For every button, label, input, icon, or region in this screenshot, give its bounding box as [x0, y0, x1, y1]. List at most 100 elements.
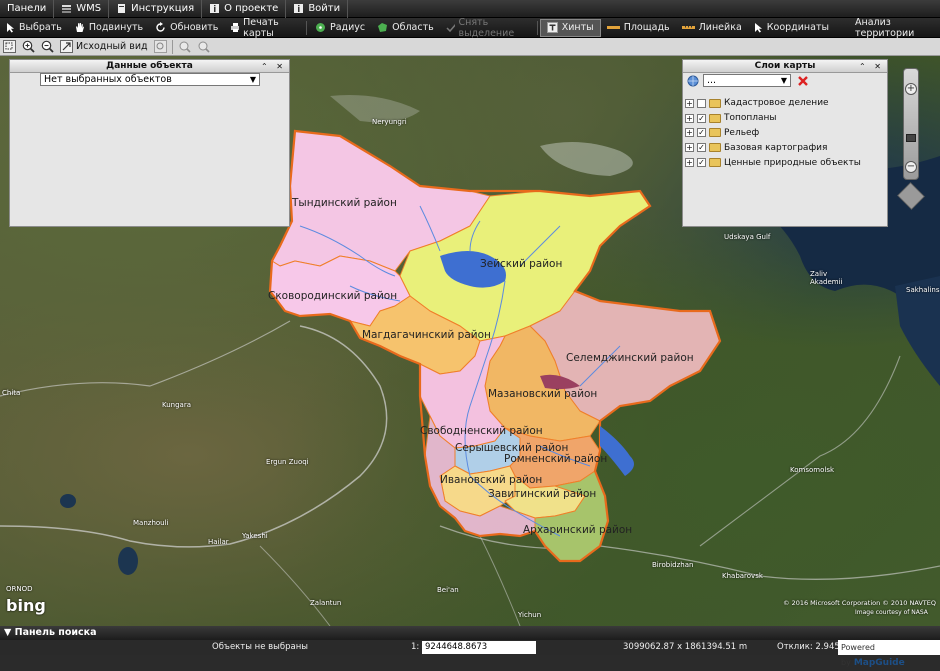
- layer-tree: + Кадастровое деление + ✓ Топопланы + ✓ …: [685, 96, 861, 170]
- print-map-label: Печать карты: [243, 16, 279, 39]
- place-label: Zalantun: [310, 599, 342, 607]
- zoom-rect-button[interactable]: [0, 38, 19, 56]
- layer-label: Кадастровое деление: [724, 98, 829, 109]
- toolbar-divider: [171, 39, 173, 54]
- zoom-slider-thumb[interactable]: [906, 134, 916, 142]
- menu-wms-label: WMS: [76, 3, 102, 14]
- print-map-button[interactable]: Печать карты: [224, 16, 304, 39]
- district-label: Свободненский район: [420, 425, 543, 437]
- toolbar-divider: [306, 20, 307, 35]
- layer-checkbox[interactable]: [697, 98, 706, 108]
- place-label: Sakhalins: [906, 286, 940, 294]
- place-label: Khabarovsk: [722, 572, 763, 580]
- expand-icon[interactable]: +: [685, 98, 694, 108]
- menu-login-label: Войти: [308, 3, 341, 14]
- menu-wms[interactable]: WMS: [54, 0, 110, 18]
- previous-view-button[interactable]: [175, 38, 194, 56]
- panel-controls[interactable]: ⌃ ✕: [261, 60, 286, 73]
- text-t-icon: [546, 22, 558, 33]
- pan-compass-icon[interactable]: [897, 182, 925, 210]
- ruler-tool-button[interactable]: Линейка: [676, 18, 748, 38]
- menu-about[interactable]: О проекте: [202, 0, 287, 18]
- navigation-toolbar: Исходный вид: [0, 38, 940, 56]
- layer-item[interactable]: + ✓ Базовая картография: [685, 140, 861, 155]
- hints-toggle-label: Хинты: [561, 22, 594, 33]
- area-tool-button[interactable]: Область: [371, 18, 440, 38]
- zoom-selection-button[interactable]: [151, 38, 170, 56]
- mountain-range: [540, 142, 633, 176]
- object-data-header[interactable]: Данные объекта ⌃ ✕: [10, 60, 289, 73]
- menu-instruction[interactable]: Инструкция: [109, 0, 203, 18]
- zoom-rectangle-icon: [3, 40, 16, 53]
- full-extent-icon: [60, 40, 73, 53]
- select-tool-label: Выбрать: [19, 22, 62, 33]
- layer-checkbox[interactable]: ✓: [697, 143, 706, 153]
- coordinates-tool-label: Координаты: [766, 22, 829, 33]
- road: [699, 355, 901, 547]
- globe-icon[interactable]: [687, 75, 699, 87]
- place-label: Yakeshi: [242, 532, 268, 540]
- clear-selection-button[interactable]: Снять выделение: [440, 17, 535, 39]
- bing-brand: bing: [6, 596, 46, 615]
- map-layers-header[interactable]: Слои карты ⌃ ✕: [683, 60, 887, 73]
- radius-tool-button[interactable]: Радиус: [309, 18, 371, 38]
- expand-icon[interactable]: +: [685, 143, 694, 153]
- search-panel-bar[interactable]: ▼ Панель поиска: [0, 626, 940, 640]
- layer-checkbox[interactable]: ✓: [697, 158, 706, 168]
- layer-item[interactable]: + ✓ Топопланы: [685, 111, 861, 126]
- menu-login[interactable]: Войти: [286, 0, 349, 18]
- coordinates-tool-button[interactable]: Координаты: [748, 18, 835, 38]
- expand-icon[interactable]: +: [685, 158, 694, 168]
- menu-about-label: О проекте: [224, 3, 279, 14]
- next-view-button[interactable]: [194, 38, 213, 56]
- district-label: Архаринский район: [523, 524, 633, 536]
- place-label: Chita: [2, 389, 21, 397]
- place-label: Hailar: [208, 538, 229, 546]
- pan-tool-label: Подвинуть: [88, 22, 144, 33]
- hints-toggle-button[interactable]: Хинты: [539, 18, 601, 37]
- zoom-out-button[interactable]: [38, 38, 57, 56]
- object-select-dropdown[interactable]: Нет выбранных объектов ▼: [40, 73, 260, 86]
- place-label: Manzhouli: [133, 519, 169, 527]
- district-label: Ромненский район: [504, 453, 608, 465]
- check-icon: [446, 24, 455, 33]
- square-tool-button[interactable]: Площадь: [601, 18, 676, 38]
- menu-instruction-label: Инструкция: [131, 3, 195, 14]
- initial-view-button[interactable]: Исходный вид: [57, 38, 151, 56]
- zoom-in-icon[interactable]: +: [905, 83, 917, 95]
- district-label: Завитинский район: [488, 488, 597, 500]
- road: [0, 320, 291, 397]
- territory-analysis-button[interactable]: Анализ территории: [849, 17, 940, 39]
- radius-tool-label: Радиус: [330, 22, 366, 33]
- zoom-out-icon[interactable]: −: [905, 161, 917, 173]
- pan-tool-button[interactable]: Подвинуть: [68, 18, 149, 38]
- menu-panels[interactable]: Панели: [0, 0, 55, 18]
- map-layers-panel: Слои карты ⌃ ✕ ... ▼ + Кадастровое делен…: [682, 59, 888, 227]
- scale-input[interactable]: 9244648.8673: [422, 641, 536, 654]
- layer-item[interactable]: + Кадастровое деление: [685, 96, 861, 111]
- panel-controls[interactable]: ⌃ ✕: [859, 60, 884, 73]
- layer-label: Рельеф: [724, 127, 760, 138]
- response-time: Отклик: 2.945с.: [777, 642, 848, 652]
- district-label: Тындинский район: [292, 197, 397, 209]
- delete-icon[interactable]: [797, 75, 809, 87]
- cursor-coordinates: 3099062.87 x 1861394.51 m: [623, 642, 748, 652]
- lake: [118, 547, 138, 575]
- select-tool-button[interactable]: Выбрать: [0, 18, 68, 38]
- layers-select-dropdown[interactable]: ... ▼: [703, 74, 791, 87]
- layer-item[interactable]: + ✓ Рельеф: [685, 126, 861, 141]
- layer-checkbox[interactable]: ✓: [697, 113, 706, 123]
- expand-icon[interactable]: +: [685, 113, 694, 123]
- zoom-in-button[interactable]: [19, 38, 38, 56]
- object-select-value: Нет выбранных объектов: [44, 74, 172, 85]
- expand-icon[interactable]: +: [685, 128, 694, 138]
- folder-icon: [709, 158, 721, 168]
- refresh-button[interactable]: Обновить: [149, 18, 224, 38]
- layer-label: Ценные природные объекты: [724, 157, 861, 168]
- layer-item[interactable]: + ✓ Ценные природные объекты: [685, 155, 861, 170]
- district-label: Селемджинский район: [566, 352, 694, 364]
- powered-by-badge[interactable]: Powered by MapGuide: [838, 640, 940, 668]
- menu-panels-label: Панели: [7, 3, 47, 14]
- layer-checkbox[interactable]: ✓: [697, 128, 706, 138]
- layers-icon: [62, 5, 72, 13]
